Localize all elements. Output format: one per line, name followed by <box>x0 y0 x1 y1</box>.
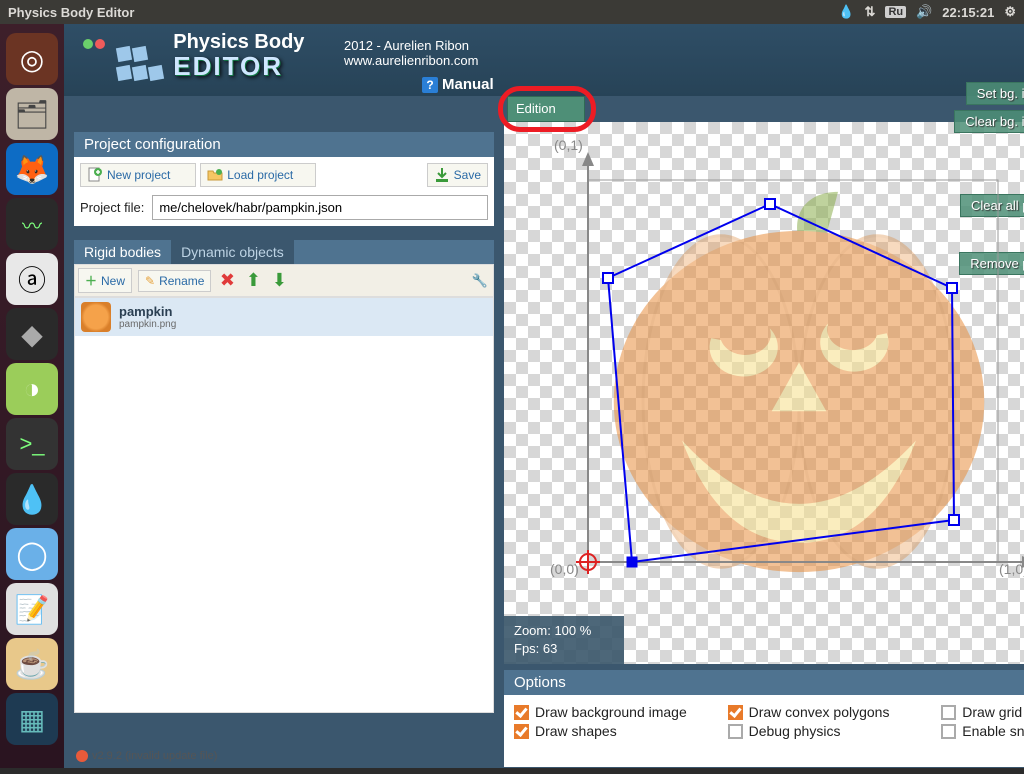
pencil-icon: ✎ <box>145 274 155 288</box>
rename-body-button[interactable]: ✎Rename <box>138 270 211 292</box>
launcher-app-a-icon[interactable]: ⓐ <box>6 253 58 305</box>
move-up-button[interactable]: ⬆ <box>243 271 263 291</box>
axis-label-10: (1,0) <box>999 561 1024 577</box>
app-title-line2: EDITOR <box>173 53 304 80</box>
folder-open-icon <box>207 167 223 183</box>
plus-icon: ＋ <box>85 272 97 289</box>
editor-canvas[interactable]: Set bg. image Clear bg. image Clear all … <box>504 122 1024 664</box>
set-bg-button[interactable]: Set bg. image <box>966 82 1024 105</box>
list-item[interactable]: pampkin pampkin.png <box>75 298 493 336</box>
launcher-inkscape-icon[interactable]: ◆ <box>6 308 58 360</box>
launcher: ◎ 🗂 🦊 〰 ⓐ ◆ ◑ >_ 💧 ◯ 📝 ☕ ▦ <box>0 24 64 768</box>
new-file-icon <box>87 167 103 183</box>
launcher-dash-icon[interactable]: ◎ <box>6 33 58 85</box>
save-button[interactable]: Save <box>427 163 488 187</box>
network-icon[interactable]: ⇅ <box>865 4 876 20</box>
launcher-firefox-icon[interactable]: 🦊 <box>6 143 58 195</box>
axis-label-01: (0,1) <box>554 137 583 153</box>
manual-link[interactable]: ?Manual <box>422 76 494 93</box>
canvas-overlay: (0,1) (0,0) (1,0) <box>504 122 1024 664</box>
opt-debug-physics[interactable]: Debug physics <box>728 723 938 739</box>
new-project-button[interactable]: New project <box>80 163 196 187</box>
lang-indicator[interactable]: Ru <box>885 6 906 18</box>
launcher-java-icon[interactable]: ☕ <box>6 638 58 690</box>
body-file: pampkin.png <box>119 319 176 330</box>
options-heading: Options <box>504 670 1024 695</box>
launcher-monitor-icon[interactable]: 〰 <box>6 198 58 250</box>
launcher-chromium-icon[interactable]: ◯ <box>6 528 58 580</box>
app-header: Physics Body EDITOR 2012 - Aurelien Ribo… <box>64 24 1024 96</box>
edition-button[interactable]: Edition <box>507 96 585 122</box>
project-file-label: Project file: <box>80 200 144 215</box>
clock: 22:15:21 <box>942 5 994 20</box>
tab-dynamic-objects[interactable]: Dynamic objects <box>171 240 294 264</box>
credit-line2: www.aurelienribon.com <box>344 53 478 68</box>
status-dot-icon <box>76 750 88 762</box>
opt-draw-convex[interactable]: Draw convex polygons <box>728 704 938 720</box>
move-down-button[interactable]: ⬇ <box>269 271 289 291</box>
gear-icon[interactable]: ⚙ <box>1004 4 1016 20</box>
window-title: Physics Body Editor <box>8 5 134 20</box>
status-bar: v2.9.2 (invalid update file) <box>76 750 217 762</box>
project-config-heading: Project configuration <box>74 132 494 157</box>
wrench-icon[interactable]: 🔧 <box>470 271 490 291</box>
body-name: pampkin <box>119 304 176 319</box>
project-file-input[interactable] <box>152 195 488 220</box>
axis-label-00: (0,0) <box>550 561 579 577</box>
app-title-line1: Physics Body <box>173 32 304 53</box>
save-icon <box>434 167 450 183</box>
load-project-button[interactable]: Load project <box>200 163 316 187</box>
delete-body-button[interactable]: ✖ <box>217 271 237 291</box>
opt-draw-bg-image[interactable]: Draw background image <box>514 704 724 720</box>
opt-draw-grid[interactable]: Draw grid with ga <box>941 704 1024 720</box>
launcher-water-icon[interactable]: 💧 <box>6 473 58 525</box>
body-thumbnail <box>81 302 111 332</box>
opt-snap-to-grid[interactable]: Enable snap-to-g <box>941 723 1024 739</box>
new-body-button[interactable]: ＋New <box>78 268 132 293</box>
help-icon: ? <box>422 77 438 93</box>
launcher-files-icon[interactable]: 🗂 <box>6 88 58 140</box>
launcher-editor-icon[interactable]: 📝 <box>6 583 58 635</box>
volume-icon[interactable]: 🔊 <box>916 4 932 20</box>
launcher-physicsbody-icon[interactable]: ▦ <box>6 693 58 745</box>
zoom-info: Zoom: 100 % Fps: 63 <box>504 616 624 664</box>
launcher-terminal-icon[interactable]: >_ <box>6 418 58 470</box>
opt-draw-shapes[interactable]: Draw shapes <box>514 723 724 739</box>
credit-line1: 2012 - Aurelien Ribon <box>344 38 478 53</box>
drop-icon[interactable]: 💧 <box>838 4 854 20</box>
tab-rigid-bodies[interactable]: Rigid bodies <box>74 240 171 264</box>
launcher-androidstudio-icon[interactable]: ◑ <box>6 363 58 415</box>
bodies-list: pampkin pampkin.png <box>74 297 494 713</box>
